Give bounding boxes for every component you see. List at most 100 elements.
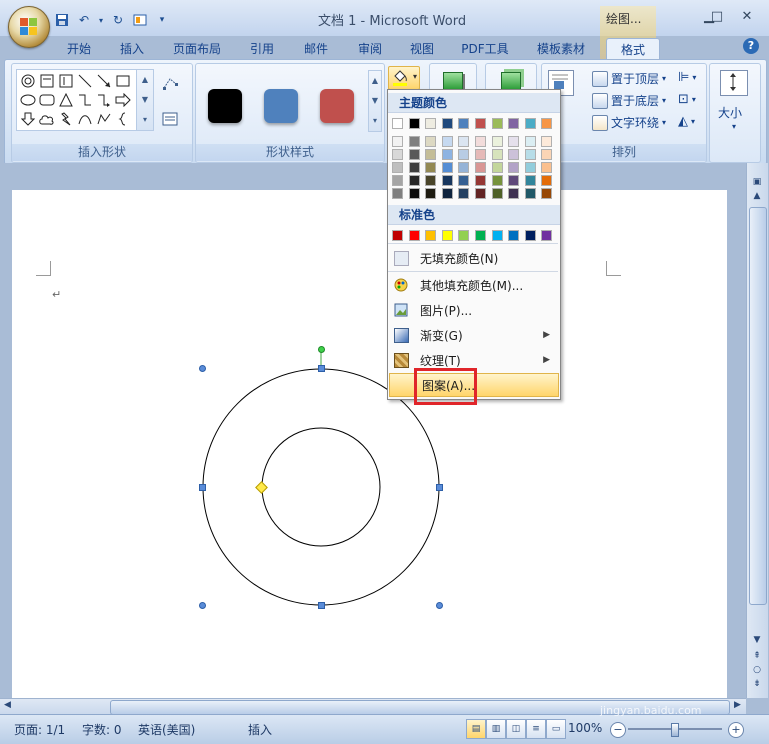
theme-shade-swatch[interactable] xyxy=(491,136,503,147)
size-label[interactable]: 大小 xyxy=(718,104,742,121)
resize-handle-bottom-right[interactable] xyxy=(436,602,443,609)
shapes-scroll[interactable]: ▲ ▼ ▾ xyxy=(136,70,153,130)
draw-textbox-icon[interactable] xyxy=(162,112,178,129)
scroll-down-icon[interactable]: ▼ xyxy=(749,633,765,647)
elbow-arrow-icon[interactable] xyxy=(95,91,112,108)
theme-shade-swatch[interactable] xyxy=(541,136,553,147)
theme-shade-swatch[interactable] xyxy=(541,149,553,160)
resize-handle-bottom[interactable] xyxy=(318,602,325,609)
triangle-shape-icon[interactable] xyxy=(57,91,74,108)
theme-shade-swatch[interactable] xyxy=(441,188,453,199)
theme-shade-swatch[interactable] xyxy=(524,149,536,160)
theme-shade-swatch[interactable] xyxy=(491,175,503,186)
theme-shade-swatch[interactable] xyxy=(491,149,503,160)
right-arrow-shape-icon[interactable] xyxy=(114,91,131,108)
resize-handle-top-left[interactable] xyxy=(199,365,206,372)
word-count[interactable]: 字数: 0 xyxy=(82,721,122,738)
theme-shade-swatch[interactable] xyxy=(441,136,453,147)
language-indicator[interactable]: 英语(美国) xyxy=(138,721,195,738)
theme-color-swatch[interactable] xyxy=(475,118,486,129)
arrow-line-icon[interactable] xyxy=(95,72,112,89)
theme-shade-swatch[interactable] xyxy=(392,136,403,147)
3d-effects-icon[interactable] xyxy=(501,72,521,90)
shapes-gallery[interactable]: ▲ ▼ ▾ xyxy=(16,69,154,131)
theme-color-swatch[interactable] xyxy=(425,118,437,129)
align-button[interactable]: ⊫ ▾ xyxy=(678,70,696,85)
theme-shade-swatch[interactable] xyxy=(392,149,403,160)
zoom-in-icon[interactable]: + xyxy=(728,722,744,738)
web-layout-icon[interactable]: ◫ xyxy=(506,719,526,739)
theme-shade-swatch[interactable] xyxy=(508,188,520,199)
theme-shade-swatch[interactable] xyxy=(441,162,453,173)
undo-dropdown-icon[interactable]: ▾ xyxy=(98,12,104,28)
theme-shade-swatch[interactable] xyxy=(524,188,536,199)
next-page-icon[interactable]: ⇟ xyxy=(749,677,765,691)
theme-shade-swatch[interactable] xyxy=(408,149,420,160)
tab-references[interactable]: 引用 xyxy=(244,38,280,58)
insert-mode-indicator[interactable]: 插入 xyxy=(248,721,272,738)
shape-fill-button[interactable]: ▾ xyxy=(388,66,420,90)
theme-color-swatch[interactable] xyxy=(491,118,503,129)
vertical-scroll-thumb[interactable] xyxy=(749,207,767,605)
standard-color-swatch[interactable] xyxy=(524,230,536,241)
customize-qat-icon[interactable]: ▾ xyxy=(154,12,170,28)
down-arrow-shape-icon[interactable] xyxy=(19,110,36,127)
resize-handle-top[interactable] xyxy=(318,365,325,372)
tab-view[interactable]: 视图 xyxy=(404,38,440,58)
tab-page-layout[interactable]: 页面布局 xyxy=(168,38,226,58)
brace-shape-icon[interactable] xyxy=(114,110,131,127)
print-layout-view-icon[interactable]: ▤ xyxy=(466,719,486,739)
theme-shade-swatch[interactable] xyxy=(408,136,420,147)
textbox-shape-icon[interactable] xyxy=(38,72,55,89)
group-button[interactable]: ⊡ ▾ xyxy=(678,92,696,107)
theme-shade-swatch[interactable] xyxy=(508,136,520,147)
elbow-connector-icon[interactable] xyxy=(76,91,93,108)
redo-icon[interactable]: ↻ xyxy=(110,12,126,28)
ruler-toggle-icon[interactable]: ▣ xyxy=(749,175,765,189)
shape-style-black[interactable] xyxy=(208,89,242,123)
theme-color-swatch[interactable] xyxy=(408,118,420,129)
picture-fill-item[interactable]: 图片(P)... xyxy=(388,298,558,322)
theme-shade-swatch[interactable] xyxy=(524,136,536,147)
size-dropdown-icon[interactable]: ▾ xyxy=(732,122,736,131)
standard-color-swatch[interactable] xyxy=(458,230,470,241)
theme-shade-swatch[interactable] xyxy=(458,162,470,173)
page-count[interactable]: 页面: 1/1 xyxy=(14,721,65,738)
standard-color-swatch[interactable] xyxy=(508,230,520,241)
theme-shade-swatch[interactable] xyxy=(508,149,520,160)
theme-shade-swatch[interactable] xyxy=(425,175,437,186)
shape-style-blue[interactable] xyxy=(264,89,298,123)
zoom-out-icon[interactable]: − xyxy=(610,722,626,738)
theme-shade-swatch[interactable] xyxy=(541,188,553,199)
zoom-slider-thumb[interactable] xyxy=(671,723,679,737)
text-wrap-button[interactable]: 文字环绕 ▾ xyxy=(592,114,666,131)
theme-shade-swatch[interactable] xyxy=(491,188,503,199)
oval-shape-icon[interactable] xyxy=(19,91,36,108)
circle-shape-icon[interactable] xyxy=(19,72,36,89)
standard-color-swatch[interactable] xyxy=(425,230,437,241)
theme-shade-swatch[interactable] xyxy=(491,162,503,173)
styles-scroll[interactable]: ▲ ▼ ▾ xyxy=(368,70,382,132)
theme-shade-swatch[interactable] xyxy=(541,175,553,186)
theme-shade-swatch[interactable] xyxy=(425,149,437,160)
select-browse-object-icon[interactable]: ○ xyxy=(749,663,765,677)
theme-shade-swatch[interactable] xyxy=(524,162,536,173)
standard-color-swatch[interactable] xyxy=(475,230,486,241)
theme-color-swatch[interactable] xyxy=(458,118,470,129)
shadow-effects-icon[interactable] xyxy=(443,72,463,90)
outline-view-icon[interactable]: ≡ xyxy=(526,719,546,739)
more-colors-item[interactable]: 其他填充颜色(M)... xyxy=(388,273,558,297)
office-button[interactable] xyxy=(8,6,50,48)
previous-page-icon[interactable]: ⇞ xyxy=(749,649,765,663)
theme-shade-swatch[interactable] xyxy=(425,162,437,173)
theme-shade-swatch[interactable] xyxy=(458,188,470,199)
theme-shade-swatch[interactable] xyxy=(441,175,453,186)
theme-shade-swatch[interactable] xyxy=(441,149,453,160)
standard-color-swatch[interactable] xyxy=(441,230,453,241)
theme-shade-swatch[interactable] xyxy=(475,175,486,186)
theme-shade-swatch[interactable] xyxy=(508,175,520,186)
theme-shade-swatch[interactable] xyxy=(408,162,420,173)
print-preview-icon[interactable] xyxy=(132,12,148,28)
tab-format[interactable]: 格式 xyxy=(606,38,660,59)
standard-color-swatch[interactable] xyxy=(408,230,420,241)
